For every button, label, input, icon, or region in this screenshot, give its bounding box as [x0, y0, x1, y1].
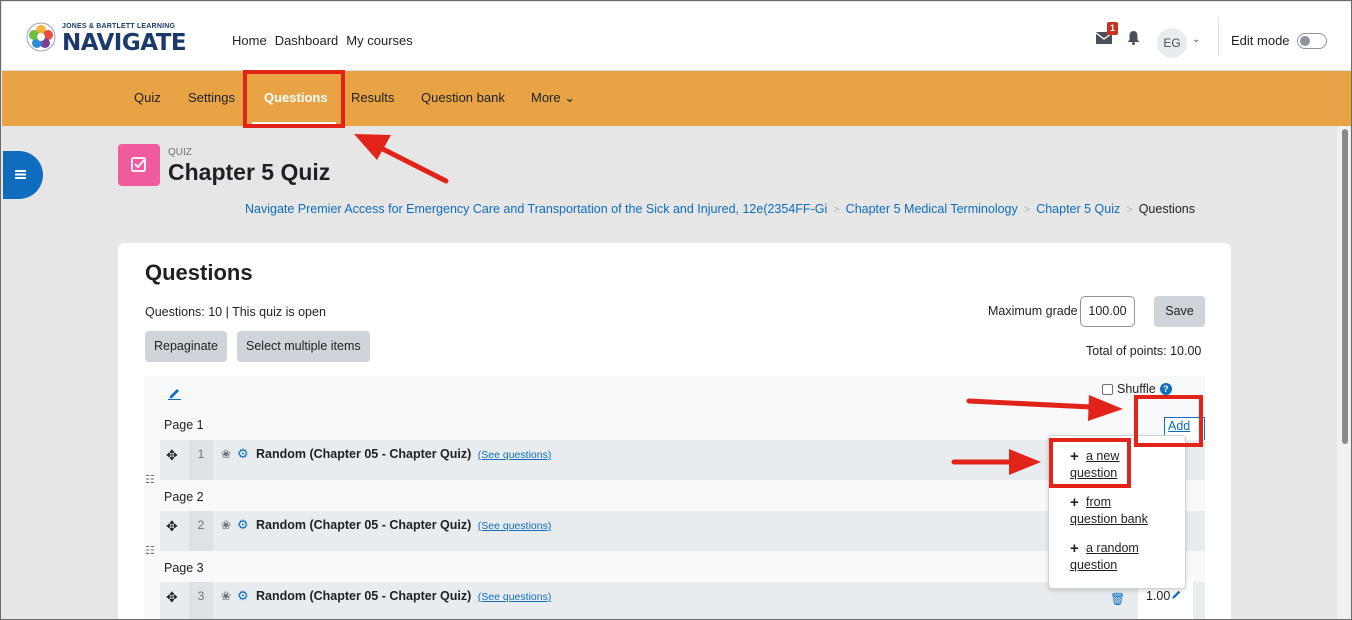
random-question-icon: ❀ — [221, 518, 232, 532]
edit-mark-pencil-icon[interactable] — [1171, 589, 1182, 600]
question-title: Random (Chapter 05 - Chapter Quiz) (See … — [256, 447, 551, 461]
arrow-to-questions-tab — [354, 134, 449, 184]
gear-icon: ⚙ — [237, 517, 249, 532]
nav-dashboard[interactable]: Dashboard — [274, 33, 340, 48]
breadcrumb-quiz[interactable]: Chapter 5 Quiz — [1036, 202, 1120, 216]
random-question-icon: ❀ — [221, 447, 232, 461]
page-break-icon[interactable]: ☷ — [145, 473, 155, 486]
message-count-badge: 1 — [1107, 22, 1118, 35]
breadcrumb-separator: > — [1023, 204, 1031, 216]
nav-home[interactable]: Home — [231, 33, 268, 48]
see-questions-link[interactable]: (See questions) — [475, 591, 552, 603]
navigate-logo[interactable]: JONES & BARTLETT LEARNING NAVIGATE — [22, 20, 187, 56]
tab-results[interactable]: Results — [351, 90, 394, 105]
select-multiple-button[interactable]: Select multiple items — [237, 331, 370, 362]
move-icon[interactable]: ✥ — [166, 589, 178, 606]
gear-icon: ⚙ — [237, 446, 249, 461]
slot-number: 1 — [189, 440, 213, 480]
see-questions-link[interactable]: (See questions) — [475, 520, 552, 532]
list-icon — [15, 170, 26, 179]
checkbox-icon — [131, 157, 146, 172]
top-navbar: JONES & BARTLETT LEARNING NAVIGATE Home … — [2, 2, 1351, 71]
annotation-box-new-question — [1049, 438, 1131, 488]
max-mark-value: 1.00 — [1146, 589, 1171, 603]
plus-icon: + — [1070, 494, 1079, 511]
breadcrumb-section[interactable]: Chapter 5 Medical Terminology — [846, 202, 1018, 216]
course-index-drawer-button[interactable] — [3, 151, 43, 199]
activity-type-label: QUIZ — [168, 147, 192, 158]
question-title: Random (Chapter 05 - Chapter Quiz) (See … — [256, 518, 551, 532]
primary-navigation: Home Dashboard My courses — [231, 33, 414, 48]
tab-quiz[interactable]: Quiz — [134, 90, 161, 105]
slot-number: 2 — [189, 511, 213, 551]
page-label: Page 2 — [164, 490, 204, 504]
slot-number: 3 — [189, 582, 213, 619]
logo-name: NAVIGATE — [62, 30, 187, 56]
scrollbar-thumb[interactable] — [1342, 129, 1348, 444]
max-grade-input[interactable]: 100.00 — [1080, 296, 1135, 327]
edit-mode-toggle[interactable] — [1297, 33, 1327, 49]
plus-icon: + — [1070, 540, 1079, 557]
question-name: Random (Chapter 05 - Chapter Quiz) — [256, 518, 472, 532]
max-grade-label: Maximum grade — [988, 304, 1078, 318]
page-label: Page 1 — [164, 418, 204, 432]
menu-item-from-question-bank[interactable]: + from question bank — [1070, 494, 1148, 528]
questions-heading: Questions — [145, 260, 253, 285]
breadcrumb-separator: > — [833, 204, 840, 216]
tab-more[interactable]: More ⌄ — [531, 90, 575, 106]
random-question-icon: ❀ — [221, 589, 232, 603]
question-name: Random (Chapter 05 - Chapter Quiz) — [256, 447, 472, 461]
page-label: Page 3 — [164, 561, 204, 575]
from-bank-line2: question bank — [1070, 512, 1148, 526]
question-name: Random (Chapter 05 - Chapter Quiz) — [256, 589, 472, 603]
navbar-divider — [1218, 18, 1219, 56]
secondary-navigation: Quiz Settings Questions Results Question… — [2, 71, 1351, 126]
tab-question-bank[interactable]: Question bank — [421, 90, 505, 105]
logo-subtitle: JONES & BARTLETT LEARNING — [62, 23, 176, 30]
random-question-line2: question — [1070, 558, 1118, 572]
breadcrumb-course[interactable]: Navigate Premier Access for Emergency Ca… — [245, 202, 827, 216]
save-button[interactable]: Save — [1154, 296, 1205, 327]
from-bank-line1: from — [1086, 495, 1111, 509]
edit-mode-label: Edit mode — [1231, 33, 1290, 48]
question-title: Random (Chapter 05 - Chapter Quiz) (See … — [256, 589, 551, 603]
shuffle-label: Shuffle — [1117, 382, 1156, 396]
page-break-icon[interactable]: ☷ — [145, 544, 155, 557]
help-icon[interactable]: ? — [1159, 383, 1172, 395]
logo-flower-icon — [26, 22, 56, 52]
total-points: Total of points: 10.00 — [1086, 344, 1202, 358]
random-question-line1: a random — [1086, 541, 1139, 555]
breadcrumb-current: Questions — [1138, 202, 1195, 216]
user-avatar[interactable]: EG — [1157, 28, 1187, 58]
move-icon[interactable]: ✥ — [166, 447, 178, 464]
page-title: Chapter 5 Quiz — [168, 159, 331, 185]
breadcrumb: Navigate Premier Access for Emergency Ca… — [245, 202, 1195, 216]
quiz-status-text: Questions: 10 | This quiz is open — [145, 305, 326, 319]
menu-item-random-question[interactable]: + a random question — [1070, 540, 1139, 574]
annotation-box-questions-tab — [243, 70, 345, 128]
move-icon[interactable]: ✥ — [166, 518, 178, 535]
quiz-activity-icon — [118, 144, 160, 186]
shuffle-checkbox[interactable] — [1102, 383, 1113, 395]
tab-more-label: More — [531, 90, 561, 105]
screenshot-frame: JONES & BARTLETT LEARNING NAVIGATE Home … — [0, 0, 1352, 620]
quiz-slots: Shuffle ? Page 1 Add ⌄ ✥ 1 ❀ ⚙ Random (C… — [144, 376, 1205, 619]
annotation-box-add — [1134, 395, 1203, 447]
bell-icon[interactable] — [1127, 31, 1140, 45]
breadcrumb-separator: > — [1126, 204, 1133, 216]
trash-icon[interactable]: 🗑 — [1110, 592, 1125, 606]
chevron-down-icon[interactable]: ⌄ — [1192, 34, 1200, 45]
tab-settings[interactable]: Settings — [188, 90, 235, 105]
edit-heading-pencil-icon[interactable] — [168, 387, 181, 400]
gear-icon: ⚙ — [237, 588, 249, 603]
repaginate-button[interactable]: Repaginate — [145, 331, 227, 362]
see-questions-link[interactable]: (See questions) — [475, 449, 552, 461]
shuffle-control: Shuffle ? — [1102, 382, 1172, 396]
nav-my-courses[interactable]: My courses — [345, 33, 413, 48]
